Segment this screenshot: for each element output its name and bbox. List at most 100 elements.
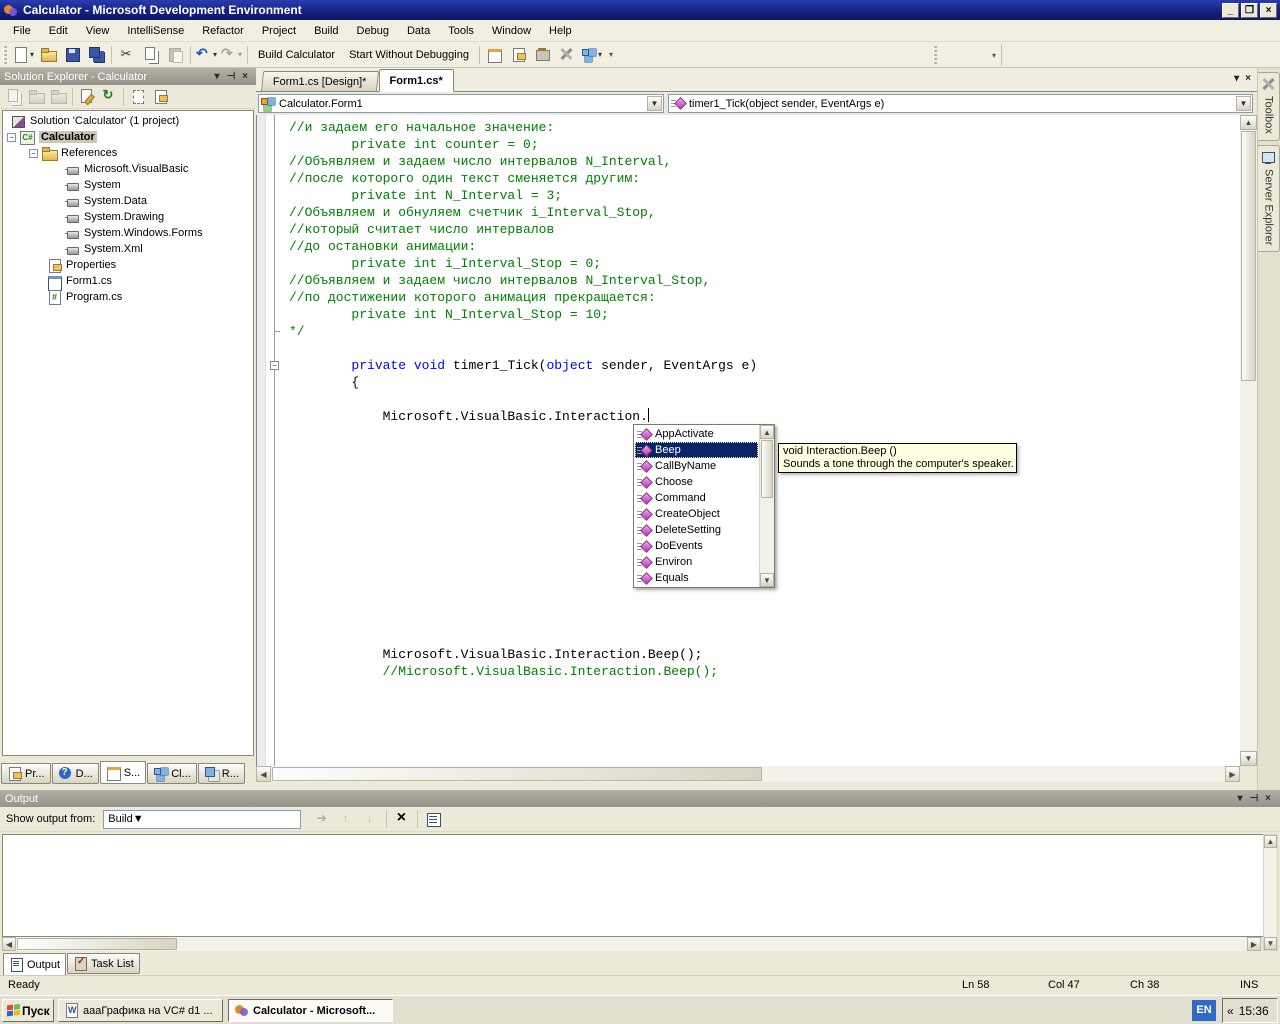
menu-tools[interactable]: Tools (439, 22, 483, 40)
panel-tab-s[interactable]: S... (100, 761, 147, 784)
output-vertical-scrollbar[interactable]: ▲ ▼ (1263, 834, 1278, 951)
solution-explorer-button[interactable] (483, 44, 507, 66)
fold-collapse-icon[interactable]: − (270, 361, 279, 370)
show-all-files-button[interactable] (127, 86, 149, 108)
chevron-down-icon[interactable]: ▾ (30, 50, 34, 59)
menu-intellisense[interactable]: IntelliSense (118, 22, 193, 40)
open-file-button[interactable] (36, 44, 60, 66)
tab-form1-cs[interactable]: Form1.cs* (379, 69, 454, 92)
start-without-debugging-button[interactable]: Start Without Debugging (342, 44, 476, 66)
menu-view[interactable]: View (77, 22, 119, 40)
editor-horizontal-scrollbar[interactable]: ◀ ▶ (256, 766, 1240, 782)
next-message-button[interactable] (359, 808, 383, 830)
clear-all-button[interactable] (390, 808, 414, 830)
intellisense-item-callbyname[interactable]: CallByName (635, 458, 758, 474)
intellisense-item-beep[interactable]: Beep (635, 442, 758, 458)
indicator-margin[interactable] (257, 115, 266, 766)
restore-button[interactable]: ❐ (1241, 3, 1258, 18)
close-icon[interactable]: × (238, 71, 252, 82)
paste-button[interactable] (163, 44, 187, 66)
chevron-down-icon[interactable]: ▾ (238, 50, 242, 59)
chevron-down-icon[interactable]: ▼ (1236, 96, 1251, 111)
tree-item-form1-cs[interactable]: Form1.cs (3, 273, 253, 289)
output-content[interactable] (2, 834, 1278, 937)
document-list-dropdown-icon[interactable]: ▾ (1234, 73, 1239, 84)
output-tab-output[interactable]: Output (3, 953, 66, 976)
redo-button[interactable]: ▾ (219, 44, 244, 66)
tree-item-properties[interactable]: Properties (3, 257, 253, 273)
intellisense-item-choose[interactable]: Choose (635, 474, 758, 490)
view-code-button[interactable] (76, 86, 98, 108)
taskbar-task-аааграфика-на-vc-d1[interactable]: аааГрафика на VC# d1 ... (58, 999, 223, 1022)
tree-item-system-xml[interactable]: System.Xml (3, 241, 253, 257)
editor-vertical-scrollbar[interactable]: ▲ ▼ (1240, 115, 1257, 766)
side-tab-toolbox[interactable]: Toolbox (1258, 72, 1280, 141)
new-item-button[interactable]: ▾ (11, 44, 36, 66)
customize-toolbars-button[interactable] (555, 44, 579, 66)
intellisense-item-equals[interactable]: Equals (635, 570, 758, 586)
copy-project-button[interactable] (3, 86, 25, 108)
taskbar-task-calculator-microsoft[interactable]: Calculator - Microsoft... (228, 999, 393, 1022)
tree-item-system-windows-forms[interactable]: System.Windows.Forms (3, 225, 253, 241)
goto-message-button[interactable] (311, 808, 335, 830)
close-button[interactable]: × (1260, 3, 1277, 18)
tree-expander-icon[interactable]: − (7, 133, 16, 142)
toolbar-overflow-button[interactable]: ▾ (987, 44, 1001, 66)
intellisense-item-doevents[interactable]: DoEvents (635, 538, 758, 554)
auto-hide-pin-icon[interactable]: ⊣ (224, 71, 238, 82)
menu-window[interactable]: Window (483, 22, 540, 40)
panel-tab-cl[interactable]: Cl... (147, 763, 197, 784)
copy-button[interactable] (139, 44, 163, 66)
intellisense-item-appactivate[interactable]: AppActivate (635, 426, 758, 442)
properties-window-button[interactable] (507, 44, 531, 66)
chevron-down-icon[interactable]: ▼ (647, 96, 662, 111)
save-all-button[interactable] (84, 44, 108, 66)
panel-tab-pr[interactable]: Pr... (1, 763, 51, 784)
tree-item-system-drawing[interactable]: System.Drawing (3, 209, 253, 225)
intellisense-scrollbar[interactable]: ▲ ▼ (759, 425, 774, 587)
members-dropdown[interactable]: timer1_Tick(object sender, EventArgs e) … (668, 94, 1253, 113)
intellisense-item-deletesetting[interactable]: DeleteSetting (635, 522, 758, 538)
toolbox-button[interactable] (531, 44, 555, 66)
tree-item-references[interactable]: −References (3, 145, 253, 161)
auto-hide-pin-icon[interactable]: ⊣ (1247, 793, 1261, 804)
tree-item-solution-calculator-1-project[interactable]: Solution 'Calculator' (1 project) (3, 113, 253, 129)
output-horizontal-scrollbar[interactable]: ◀ ▶ (2, 937, 1261, 951)
output-tab-task-list[interactable]: Task List (67, 953, 140, 974)
menu-debug[interactable]: Debug (348, 22, 398, 40)
tree-item-microsoft-visualbasic[interactable]: Microsoft.VisualBasic (3, 161, 253, 177)
toolbar-overflow-button[interactable]: ▾ (604, 44, 618, 66)
start-button[interactable]: Пуск (2, 999, 54, 1022)
tray-chevron-icon[interactable]: « (1227, 1004, 1234, 1018)
intellisense-item-environ[interactable]: Environ (635, 554, 758, 570)
menu-file[interactable]: File (4, 22, 40, 40)
tree-item-system[interactable]: System (3, 177, 253, 193)
tree-item-system-data[interactable]: System.Data (3, 193, 253, 209)
chevron-down-icon[interactable]: ▾ (598, 50, 602, 59)
panel-tab-r[interactable]: R... (198, 763, 245, 784)
minimize-button[interactable]: _ (1222, 3, 1239, 18)
build-calculator-button[interactable]: Build Calculator (251, 44, 342, 66)
toggle-word-wrap-button[interactable] (421, 808, 445, 830)
tree-expander-icon[interactable]: − (29, 149, 38, 158)
panel-tab-d[interactable]: D... (52, 763, 99, 784)
menu-edit[interactable]: Edit (40, 22, 77, 40)
toolbar-grip[interactable] (3, 46, 7, 64)
tree-item-program-cs[interactable]: Program.cs (3, 289, 253, 305)
open-folder-button[interactable] (25, 86, 47, 108)
types-dropdown[interactable]: Calculator.Form1 ▼ (258, 94, 664, 113)
menu-project[interactable]: Project (253, 22, 305, 40)
intellisense-item-createobject[interactable]: CreateObject (635, 506, 758, 522)
menu-help[interactable]: Help (540, 22, 581, 40)
window-position-menu-icon[interactable]: ▾ (1233, 793, 1247, 804)
output-source-dropdown[interactable]: Build ▼ (103, 810, 301, 829)
menu-refactor[interactable]: Refactor (193, 22, 253, 40)
intellisense-item-command[interactable]: Command (635, 490, 758, 506)
tab-form1-cs-design[interactable]: Form1.cs [Design]* (261, 71, 379, 91)
language-indicator[interactable]: EN (1192, 1000, 1216, 1021)
close-icon[interactable]: × (1261, 793, 1275, 804)
cut-button[interactable] (115, 44, 139, 66)
new-folder-button[interactable] (47, 86, 69, 108)
save-button[interactable] (60, 44, 84, 66)
close-document-icon[interactable]: × (1245, 73, 1251, 84)
